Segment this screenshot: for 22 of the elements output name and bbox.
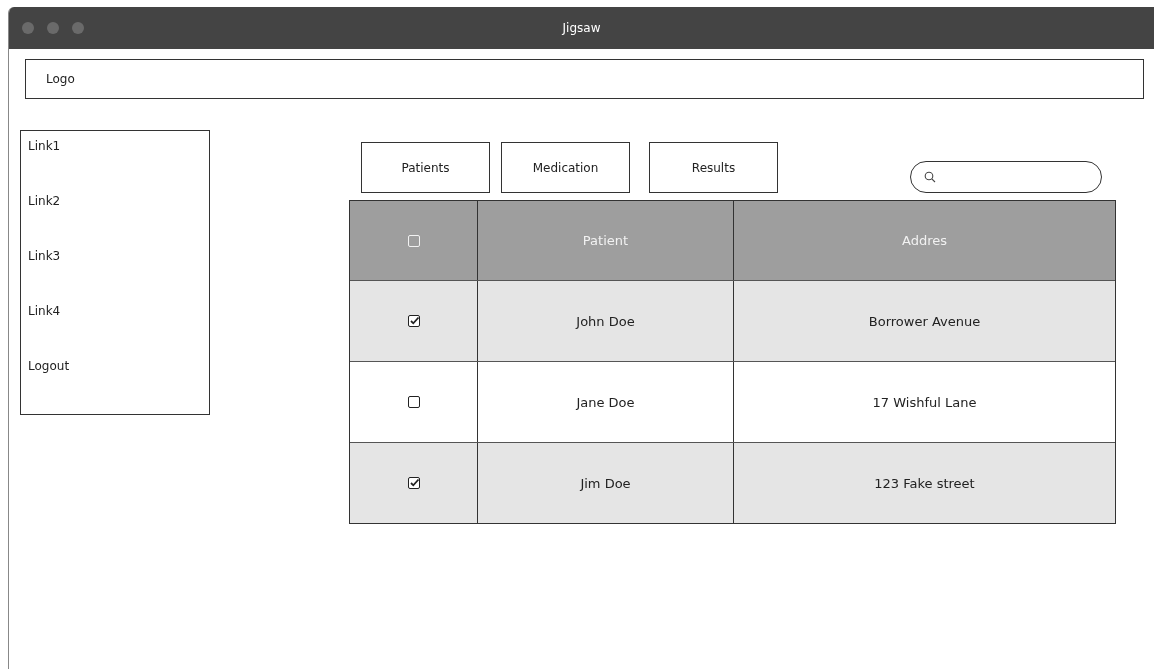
table-row[interactable]: Jane Doe 17 Wishful Lane <box>350 361 1115 442</box>
table-cell: Jim Doe <box>478 443 734 523</box>
window-title: Jigsaw <box>562 21 601 35</box>
checkbox[interactable] <box>407 315 420 327</box>
table-cell-text: Borrower Avenue <box>867 312 982 331</box>
table-cell-text: 123 Fake street <box>873 474 976 493</box>
tab-button[interactable]: Medication <box>501 142 630 193</box>
sidebar-link[interactable]: Link1 <box>21 139 209 194</box>
search-icon <box>924 171 936 183</box>
sidebar-link[interactable]: Link2 <box>21 194 209 249</box>
tab-button[interactable]: Patients <box>361 142 490 193</box>
column-header: Addres <box>901 232 948 250</box>
checkbox[interactable] <box>407 477 420 489</box>
logo-text: Logo <box>46 72 75 86</box>
sidebar-link[interactable]: Link4 <box>21 304 209 359</box>
sidebar-link[interactable]: Logout <box>21 359 209 414</box>
table-row[interactable]: John Doe Borrower Avenue <box>350 280 1115 361</box>
checkbox[interactable] <box>407 396 420 408</box>
sidebar-link[interactable]: Link3 <box>21 249 209 304</box>
table-cell-text: 17 Wishful Lane <box>871 393 978 412</box>
tab-button[interactable]: Results <box>649 142 778 193</box>
table-row[interactable]: Jim Doe 123 Fake street <box>350 442 1115 523</box>
